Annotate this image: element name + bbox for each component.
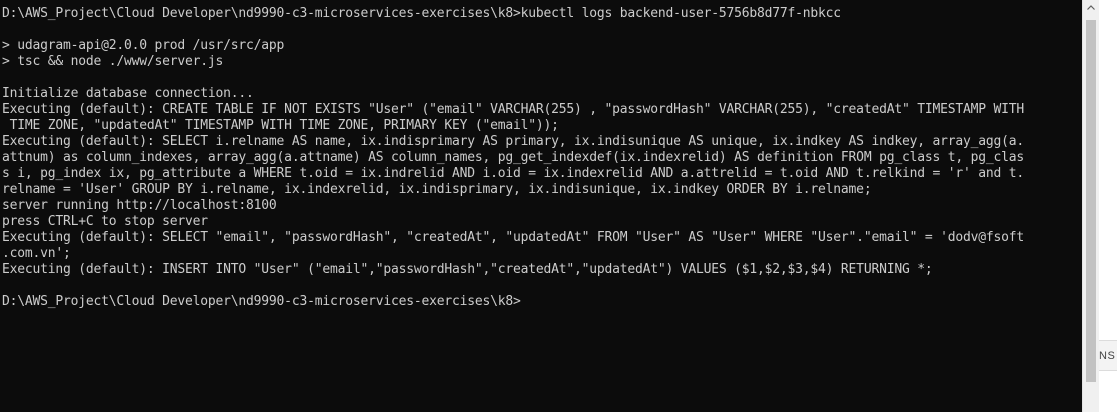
log-line: press CTRL+C to stop server: [2, 214, 208, 229]
log-line: TIME ZONE, "updatedAt" TIMESTAMP WITH TI…: [2, 118, 559, 133]
vertical-scrollbar[interactable]: [1082, 0, 1099, 412]
prompt-line[interactable]: D:\AWS_Project\Cloud Developer\nd9990-c3…: [2, 294, 1024, 310]
npm-script-line: > tsc && node ./www/server.js: [2, 54, 224, 69]
log-line: relname = 'User' GROUP BY i.relname, ix.…: [2, 182, 872, 197]
scrollbar-thumb[interactable]: [1086, 20, 1096, 382]
npm-script-line: > udagram-api@2.0.0 prod /usr/src/app: [2, 38, 285, 53]
background-window-text: NS: [1099, 350, 1116, 362]
scroll-up-button[interactable]: [1083, 0, 1099, 17]
log-line: .com.vn';: [2, 246, 71, 261]
prompt-text: D:\AWS_Project\Cloud Developer\nd9990-c3…: [2, 294, 521, 309]
command-line: D:\AWS_Project\Cloud Developer\nd9990-c3…: [2, 6, 841, 21]
log-line: Executing (default): INSERT INTO "User" …: [2, 262, 933, 277]
divider: [1099, 340, 1117, 341]
log-line: Initialize database connection...: [2, 86, 254, 101]
console-output[interactable]: D:\AWS_Project\Cloud Developer\nd9990-c3…: [2, 6, 1024, 310]
log-line: attnum) as column_indexes, array_agg(a.a…: [2, 150, 1024, 165]
log-line: Executing (default): SELECT i.relname AS…: [2, 134, 1024, 149]
divider: [1099, 370, 1117, 371]
console-window[interactable]: D:\AWS_Project\Cloud Developer\nd9990-c3…: [0, 0, 1082, 412]
chevron-up-icon: [1087, 5, 1095, 10]
background-window-edge: NS: [1099, 0, 1117, 412]
log-line: Executing (default): SELECT "email", "pa…: [2, 230, 1024, 245]
log-line: server running http://localhost:8100: [2, 198, 277, 213]
log-line: s i, pg_index ix, pg_attribute a WHERE t…: [2, 166, 1024, 181]
log-line: Executing (default): CREATE TABLE IF NOT…: [2, 102, 1024, 117]
